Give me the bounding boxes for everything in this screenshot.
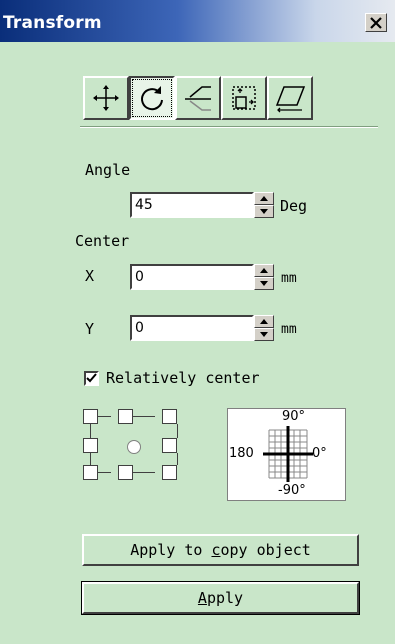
angle-unit: Deg (280, 197, 308, 215)
apply-to-copy-button[interactable]: Apply to copy object (82, 534, 359, 566)
spin-up-icon[interactable] (254, 264, 274, 277)
angle-spinner[interactable] (254, 192, 274, 218)
relative-center-label: Relatively center (106, 369, 260, 387)
apply-copy-text-2: opy object (220, 541, 311, 559)
scale-icon (232, 86, 256, 110)
ref-point-top-right[interactable] (162, 409, 177, 424)
angle-input[interactable]: 45 (130, 192, 254, 218)
center-x-input[interactable]: 0 (130, 264, 254, 290)
x-unit: mm (281, 271, 297, 286)
apply-copy-text-1: Apply to (130, 541, 212, 559)
toolbar-separator-highlight (80, 127, 378, 128)
ref-point-bottom[interactable] (118, 465, 133, 480)
window-title: Transform (3, 13, 102, 33)
relative-center-checkbox[interactable] (84, 371, 99, 386)
y-label: Y (85, 320, 95, 338)
apply-to-copy-label: Apply to copy object (130, 541, 311, 559)
ref-point-top[interactable] (118, 409, 133, 424)
apply-accel: A (197, 589, 207, 607)
skew-tool-button[interactable] (267, 76, 313, 120)
center-label: Center (75, 232, 130, 250)
ref-point-center[interactable] (127, 440, 141, 454)
dial-label-top: 90° (282, 409, 306, 424)
apply-button[interactable]: Apply (81, 581, 360, 615)
x-label: X (85, 267, 95, 285)
apply-label: Apply (198, 589, 243, 607)
transform-panel: Angle 45 Deg Center X 0 mm Y 0 mm Relati… (0, 42, 395, 644)
apply-text: pply (206, 589, 244, 607)
ref-point-right[interactable] (162, 438, 177, 453)
ref-point-left[interactable] (83, 438, 98, 453)
move-tool-button[interactable] (83, 76, 129, 120)
close-button[interactable] (365, 13, 387, 32)
title-bar: Transform (0, 0, 395, 42)
spin-up-icon[interactable] (254, 192, 274, 205)
close-icon (370, 16, 382, 29)
angle-label: Angle (85, 161, 131, 179)
scale-tool-button[interactable] (221, 76, 267, 120)
skew-icon (275, 86, 306, 113)
dial-label-bottom: -90° (278, 483, 306, 498)
spin-down-icon[interactable] (254, 277, 274, 290)
rotate-icon (141, 86, 163, 111)
move-icon (93, 85, 119, 111)
mirror-icon (185, 86, 211, 111)
ref-point-top-left[interactable] (83, 409, 98, 424)
y-unit: mm (281, 322, 297, 337)
center-y-input[interactable]: 0 (130, 315, 254, 341)
ref-point-bottom-right[interactable] (162, 465, 177, 480)
ref-point-bottom-left[interactable] (83, 465, 98, 480)
angle-dial[interactable]: 90° 180 0° -90° (227, 408, 346, 501)
mirror-tool-button[interactable] (175, 76, 221, 120)
apply-copy-accel: c (211, 541, 221, 559)
rotate-tool-button[interactable] (129, 76, 175, 120)
checkmark-icon (86, 373, 97, 383)
spin-down-icon[interactable] (254, 205, 274, 218)
center-y-spinner[interactable] (254, 315, 274, 341)
dial-grid-icon (263, 426, 313, 482)
dial-label-right: 0° (312, 446, 327, 461)
center-x-spinner[interactable] (254, 264, 274, 290)
spin-down-icon[interactable] (254, 328, 274, 341)
dial-label-left: 180 (229, 446, 254, 461)
spin-up-icon[interactable] (254, 315, 274, 328)
